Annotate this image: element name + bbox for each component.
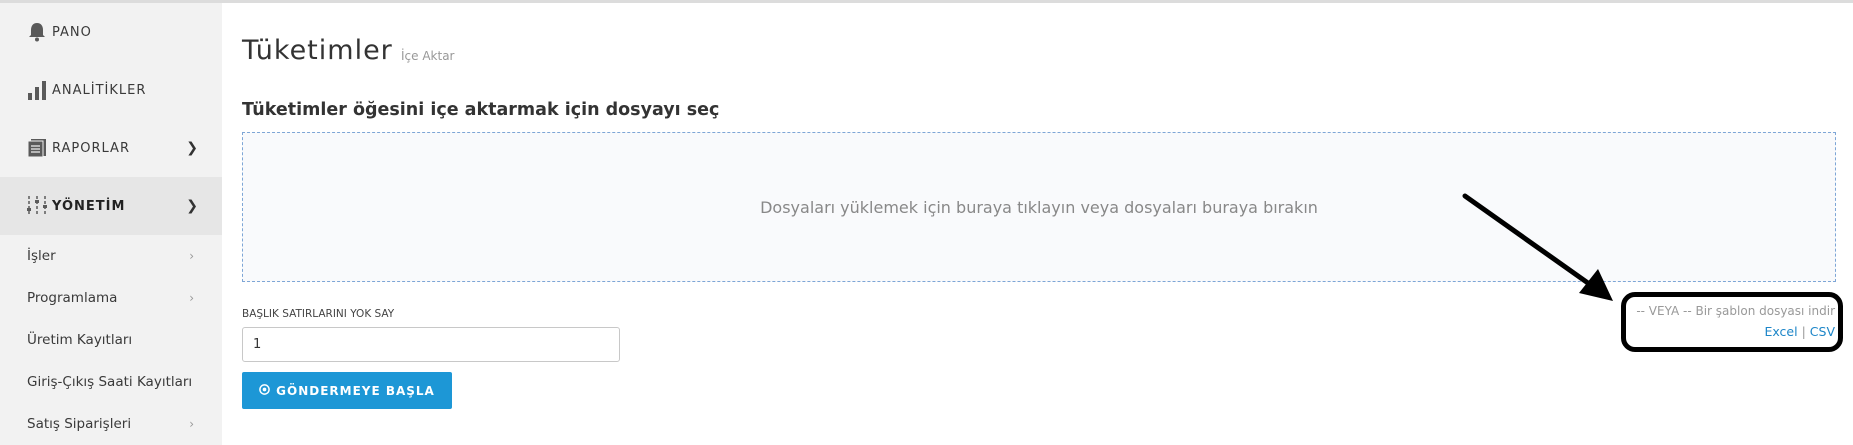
sidebar-item-yonetim[interactable]: YÖNETİM ❯ (0, 177, 222, 235)
sidebar-subitem-label: Satış Siparişleri (27, 416, 132, 432)
sidebar: PANO ANALİTİKLER RAPORLAR ❯ YÖNETİM ❯ İş… (0, 3, 222, 445)
sidebar-subitem-giris-cikis[interactable]: Giriş-Çıkış Saati Kayıtları (0, 361, 222, 403)
top-border (0, 0, 1853, 3)
template-download-links: Excel | CSV (1764, 324, 1835, 339)
sidebar-subitem-programlama[interactable]: Programlama › (0, 277, 222, 319)
sidebar-subitem-uretim-kayitlari[interactable]: Üretim Kayıtları (0, 319, 222, 361)
sidebar-item-label: PANO (52, 24, 92, 40)
sidebar-subitem-satis-siparisleri[interactable]: Satış Siparişleri › (0, 403, 222, 445)
sidebar-subitem-label: Giriş-Çıkış Saati Kayıtları (27, 374, 193, 390)
sidebar-subitem-label: Üretim Kayıtları (27, 332, 133, 348)
bar-chart-icon (26, 78, 48, 102)
sidebar-item-pano[interactable]: PANO (0, 3, 222, 61)
sidebar-item-label: ANALİTİKLER (52, 82, 147, 98)
annotation-highlight-box (1621, 292, 1843, 352)
section-heading: Tüketimler öğesini içe aktarmak için dos… (242, 100, 720, 120)
document-stack-icon (26, 136, 48, 160)
sidebar-subitem-isler[interactable]: İşler › (0, 235, 222, 277)
bell-icon (26, 20, 48, 44)
page-subtitle: İçe Aktar (401, 49, 455, 63)
page-title: Tüketimler (242, 35, 393, 66)
start-submit-button[interactable]: GÖNDERMEYE BAŞLA (242, 372, 452, 409)
sidebar-item-label: YÖNETİM (52, 198, 126, 214)
link-separator: | (1801, 324, 1806, 339)
csv-template-link[interactable]: CSV (1810, 324, 1835, 339)
chevron-right-icon: › (189, 291, 194, 305)
chevron-down-icon: ❯ (186, 198, 198, 214)
annotation-arrow (1462, 193, 1613, 301)
sidebar-item-label: RAPORLAR (52, 140, 130, 156)
sidebar-subitem-label: İşler (27, 248, 56, 264)
circle-arrow-icon (259, 383, 270, 398)
sidebar-item-raporlar[interactable]: RAPORLAR ❯ (0, 119, 222, 177)
template-download-text: -- VEYA -- Bir şablon dosyası indir (1636, 304, 1835, 318)
header-rows-label: BAŞLIK SATIRLARINI YOK SAY (242, 308, 395, 320)
sliders-icon (26, 194, 48, 218)
sidebar-subitem-label: Programlama (27, 290, 118, 306)
excel-template-link[interactable]: Excel (1764, 324, 1797, 339)
submit-button-label: GÖNDERMEYE BAŞLA (276, 383, 435, 398)
chevron-right-icon: ❯ (186, 140, 198, 156)
chevron-right-icon: › (189, 249, 194, 263)
dropzone-text: Dosyaları yüklemek için buraya tıklayın … (760, 197, 1318, 217)
sidebar-item-analitikler[interactable]: ANALİTİKLER (0, 61, 222, 119)
header-rows-input[interactable] (242, 327, 620, 362)
chevron-right-icon: › (189, 417, 194, 431)
